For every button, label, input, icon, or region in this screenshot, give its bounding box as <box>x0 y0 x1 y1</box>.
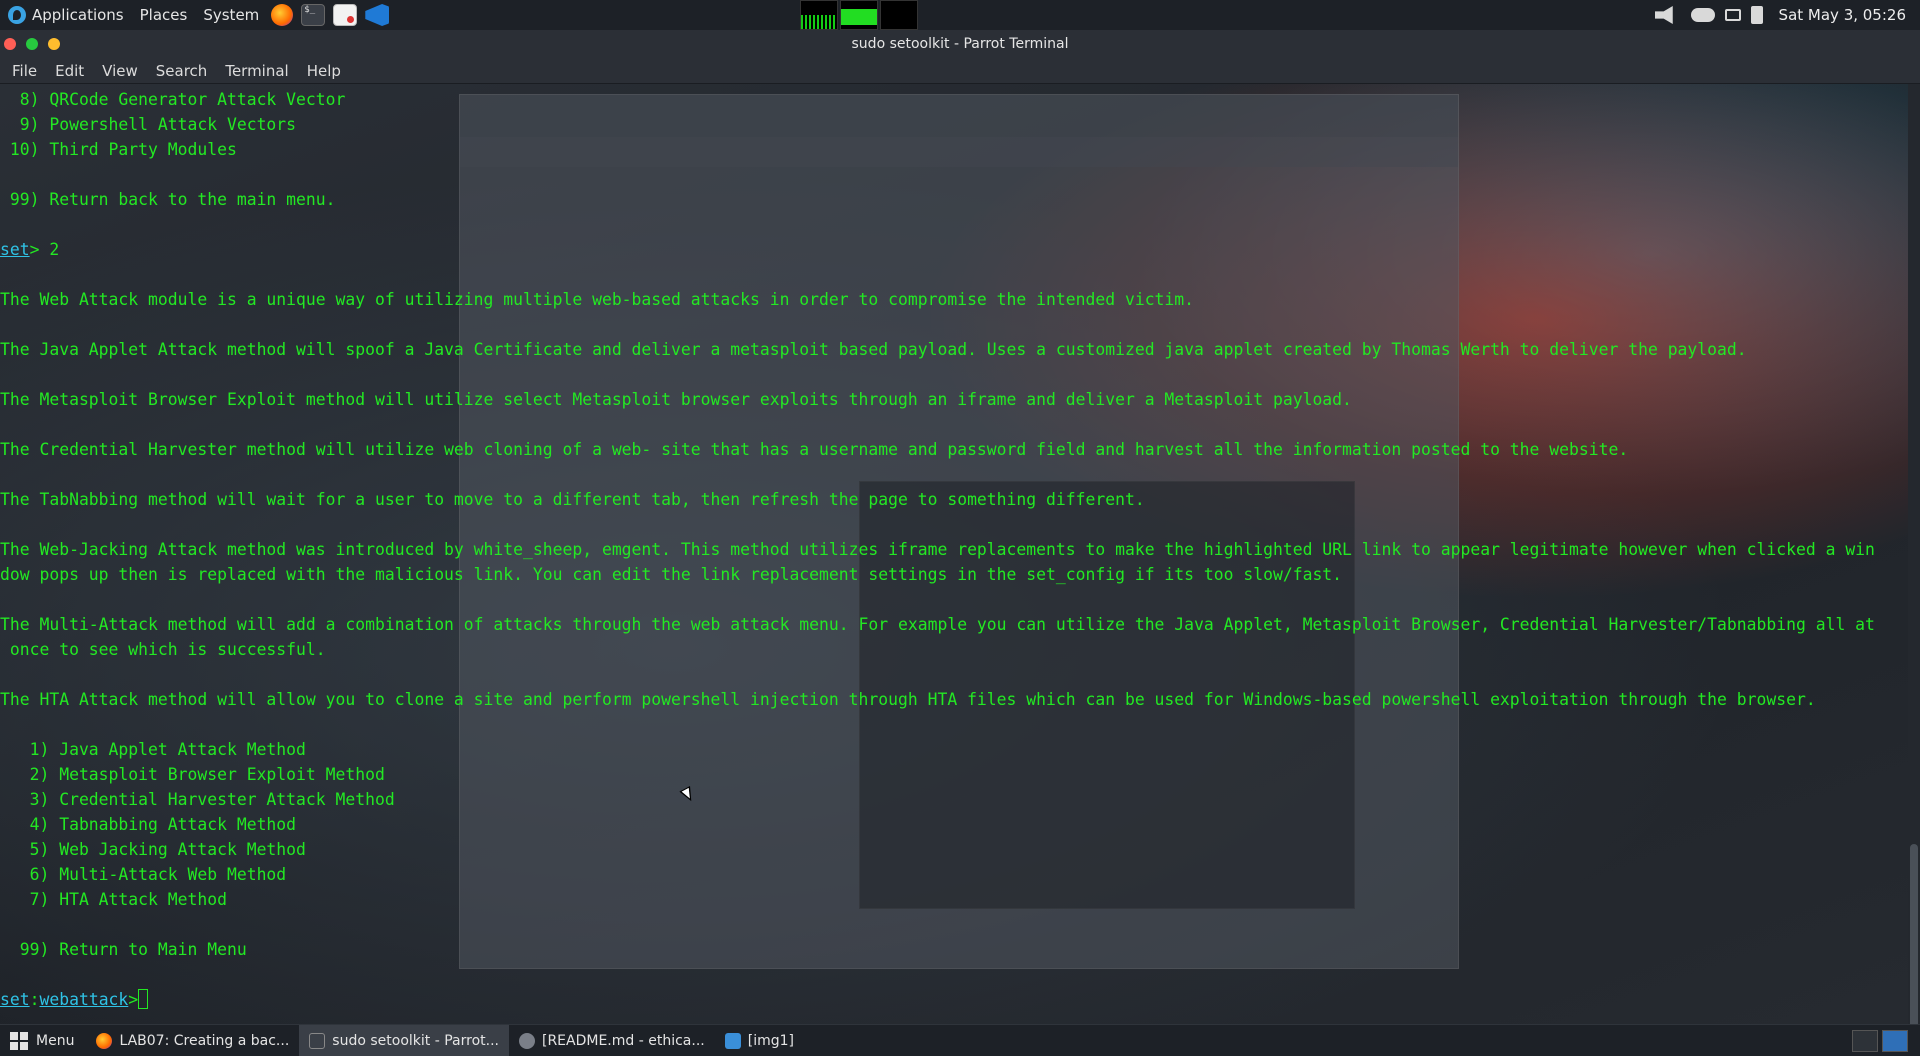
taskbar-task-firefox[interactable]: LAB07: Creating a bac... <box>86 1025 299 1056</box>
menu-search[interactable]: Search <box>150 62 214 80</box>
terminal-line: The Java Applet Attack method will spoof… <box>0 340 1747 359</box>
taskbar-task-label: LAB07: Creating a bac... <box>119 1032 290 1049</box>
prompt-module-label: webattack <box>39 990 129 1009</box>
clock[interactable]: Sat May 3, 05:26 <box>1779 6 1906 24</box>
taskbar-task-img1[interactable]: [img1] <box>715 1025 804 1056</box>
terminal-scrollbar[interactable] <box>1908 84 1920 1056</box>
prompt-input: > 2 <box>29 240 60 259</box>
system-monitors <box>800 0 918 30</box>
terminal-line: 4) Tabnabbing Attack Method <box>0 815 297 834</box>
terminal-menubar: File Edit View Search Terminal Help <box>0 58 1920 84</box>
minimize-window-button[interactable] <box>26 38 38 50</box>
battery-icon[interactable] <box>1750 6 1763 24</box>
terminal-line: 99) Return to Main Menu <box>0 940 247 959</box>
terminal-line: The HTA Attack method will allow you to … <box>0 690 1816 709</box>
vscode-launcher-icon[interactable] <box>365 4 390 26</box>
taskbar-menu-button[interactable]: Menu <box>0 1025 86 1056</box>
terminal-line: 7) HTA Attack Method <box>0 890 227 909</box>
terminal-line: 2) Metasploit Browser Exploit Method <box>0 765 385 784</box>
menu-terminal[interactable]: Terminal <box>219 62 294 80</box>
terminal-prompt-line: set:webattack> <box>0 987 1920 1012</box>
menu-edit[interactable]: Edit <box>49 62 90 80</box>
terminal-line: The TabNabbing method will wait for a us… <box>0 490 1145 509</box>
display-icon[interactable] <box>1724 9 1741 21</box>
terminal-line: 6) Multi-Attack Web Method <box>0 865 287 884</box>
terminal-line: The Web Attack module is a unique way of… <box>0 290 1195 309</box>
terminal-line: 8) QRCode Generator Attack Vector <box>0 90 346 109</box>
browser-icon <box>518 1032 535 1049</box>
prompt-input: > <box>128 990 139 1009</box>
prompt-set-label: set <box>0 240 30 259</box>
taskbar-task-label: sudo setoolkit - Parrot... <box>332 1032 499 1049</box>
terminal-line: The Multi-Attack method will add a combi… <box>0 615 1875 634</box>
terminal-line: The Credential Harvester method will uti… <box>0 440 1629 459</box>
workspace-2-button[interactable] <box>1882 1030 1908 1052</box>
terminal-prompt-line: set> 2 <box>0 237 1920 262</box>
places-menu[interactable]: Places <box>132 0 196 30</box>
taskbar-task-label: [img1] <box>747 1032 794 1049</box>
cloud-icon[interactable] <box>1690 8 1715 22</box>
folder-icon <box>724 1032 741 1049</box>
window-titlebar[interactable]: sudo setoolkit - Parrot Terminal <box>0 30 1920 58</box>
volume-icon[interactable] <box>1654 6 1673 24</box>
terminal-icon <box>309 1032 326 1049</box>
taskbar-task-terminal[interactable]: sudo setoolkit - Parrot... <box>299 1024 509 1056</box>
menu-grid-icon <box>10 1031 28 1050</box>
taskbar: Menu LAB07: Creating a bac... sudo setoo… <box>0 1024 1920 1056</box>
prompt-separator: : <box>29 990 40 1009</box>
terminal-line: 5) Web Jacking Attack Method <box>0 840 306 859</box>
terminal-text: 8) QRCode Generator Attack Vector 9) Pow… <box>0 87 1920 1012</box>
cpu-monitor-graph <box>800 0 838 30</box>
maximize-window-button[interactable] <box>48 38 60 50</box>
terminal-line: 10) Third Party Modules <box>0 140 237 159</box>
memory-monitor-graph <box>840 0 878 30</box>
terminal-line: The Metasploit Browser Exploit method wi… <box>0 390 1352 409</box>
menu-help[interactable]: Help <box>301 62 347 80</box>
terminal-line: 9) Powershell Attack Vectors <box>0 115 297 134</box>
firefox-launcher-icon[interactable] <box>271 4 294 26</box>
terminal-output-area[interactable]: 8) QRCode Generator Attack Vector 9) Pow… <box>0 84 1920 1024</box>
close-window-button[interactable] <box>4 38 16 50</box>
terminal-line: The Web-Jacking Attack method was introd… <box>0 540 1875 559</box>
network-monitor-graph <box>880 0 918 30</box>
workspace-1-button[interactable] <box>1852 1030 1878 1052</box>
taskbar-menu-label: Menu <box>36 1032 75 1049</box>
taskbar-task-label: [README.md - ethica... <box>541 1032 705 1049</box>
terminal-line: 1) Java Applet Attack Method <box>0 740 306 759</box>
applications-menu[interactable]: Applications <box>0 0 132 30</box>
prompt-set-label: set <box>0 990 30 1009</box>
terminal-line: 99) Return back to the main menu. <box>0 190 336 209</box>
firefox-icon <box>96 1032 113 1049</box>
terminal-line: 3) Credential Harvester Attack Method <box>0 790 395 809</box>
system-menu[interactable]: System <box>195 0 267 30</box>
terminal-line: once to see which is successful. <box>0 640 326 659</box>
terminal-cursor[interactable] <box>138 989 149 1009</box>
taskbar-task-readme[interactable]: [README.md - ethica... <box>509 1025 715 1056</box>
menu-file[interactable]: File <box>6 62 43 80</box>
terminal-line: dow pops up then is replaced with the ma… <box>0 565 1343 584</box>
terminal-launcher-icon[interactable]: $_ <box>301 4 326 26</box>
window-title: sudo setoolkit - Parrot Terminal <box>851 36 1069 52</box>
menu-view[interactable]: View <box>96 62 144 80</box>
workspace-switcher <box>1852 1025 1920 1056</box>
text-editor-launcher-icon[interactable] <box>333 4 358 26</box>
system-tray: Sat May 3, 05:26 <box>1654 0 1920 30</box>
top-panel: Applications Places System $_ Sat May 3,… <box>0 0 1920 30</box>
parrot-logo-icon <box>8 6 26 24</box>
applications-menu-label: Applications <box>32 6 124 24</box>
